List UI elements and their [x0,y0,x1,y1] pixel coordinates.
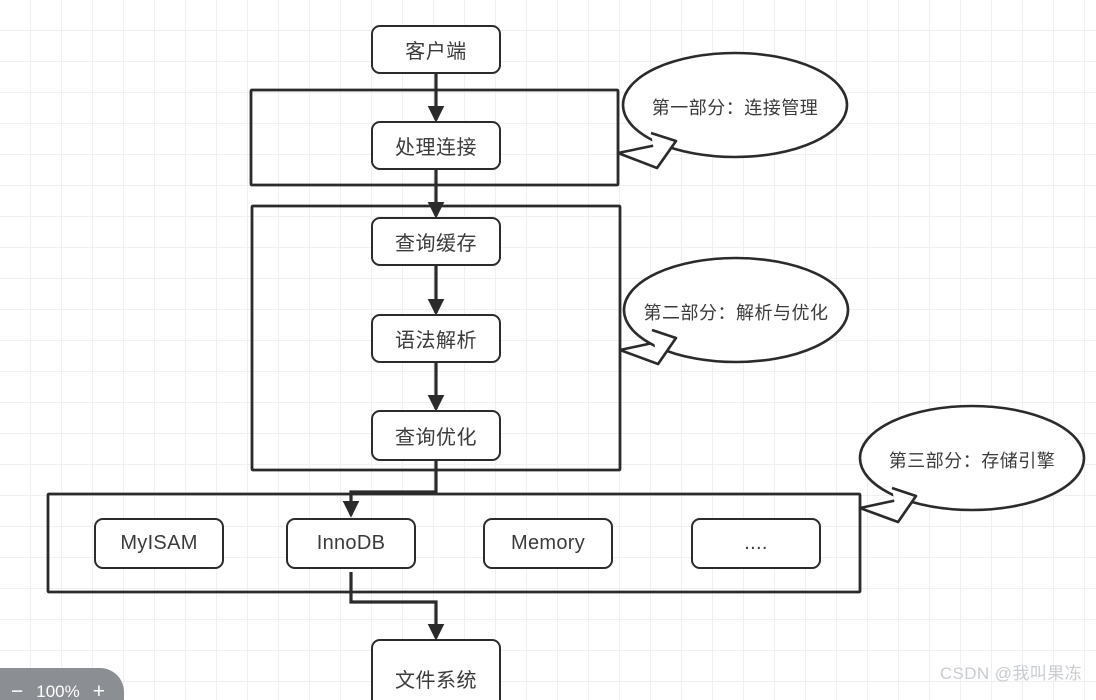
callout-label-3: 第三部分：存储引擎 [888,451,1056,471]
callout-label-2: 第二部分：解析与优化 [643,303,829,323]
node-other-engines[interactable]: .... [691,518,821,569]
node-innodb-label: InnoDB [316,532,386,554]
node-query-optimize[interactable]: 查询优化 [371,410,501,461]
node-syntax-parse[interactable]: 语法解析 [371,314,501,363]
zoom-control[interactable]: − 100% + [0,668,124,700]
node-query-cache-label: 查询缓存 [395,233,477,255]
node-memory[interactable]: Memory [483,518,613,569]
node-handle-connection[interactable]: 处理连接 [371,121,501,170]
node-handle-connection-label: 处理连接 [395,137,477,159]
csdn-watermark: CSDN @我叫果冻 [939,664,1082,683]
node-client[interactable]: 客户端 [371,25,501,74]
node-query-cache[interactable]: 查询缓存 [371,217,501,266]
node-myisam[interactable]: MyISAM [94,518,224,569]
node-other-engines-label: .... [744,532,768,554]
zoom-in-button[interactable]: + [93,681,105,700]
node-file-system[interactable]: 文件系统 [371,639,501,700]
edge-innodb-to-filesystem [349,572,445,641]
node-client-label: 客户端 [405,41,467,63]
node-myisam-label: MyISAM [120,532,198,554]
node-syntax-parse-label: 语法解析 [395,330,477,352]
node-innodb[interactable]: InnoDB [286,518,416,569]
node-query-optimize-label: 查询优化 [395,427,477,449]
node-memory-label: Memory [510,532,586,554]
callout-label-1: 第一部分：连接管理 [651,98,819,118]
diagram-connectors [46,51,1086,641]
zoom-level-label: 100% [36,681,80,700]
node-file-system-label: 文件系统 [395,670,477,692]
diagram-canvas[interactable]: 客户端 处理连接 查询缓存 语法解析 查询优化 MyISAM InnoDB Me… [0,0,1096,700]
zoom-out-button[interactable]: − [11,681,23,700]
